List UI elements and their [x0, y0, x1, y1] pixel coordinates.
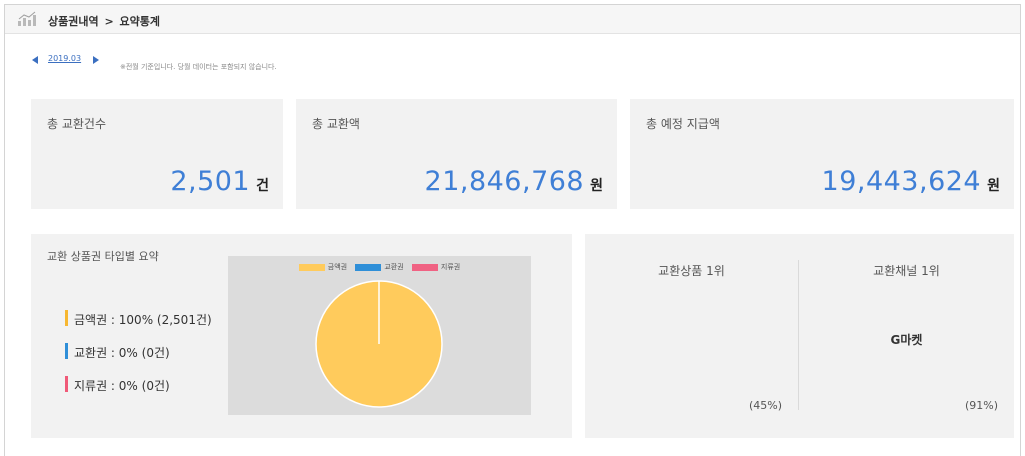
card-label: 총 예정 지급액	[646, 117, 720, 131]
period-note: ※전월 기준입니다. 당월 데이터는 포함되지 않습니다.	[120, 63, 277, 71]
card-label: 총 교환액	[312, 117, 360, 131]
prev-month-arrow-icon[interactable]	[32, 56, 38, 64]
type-summary-text: 금액권 : 100% (2,501건)	[74, 313, 212, 327]
ranking-card: 교환상품 1위 (45%) 교환채널 1위 G마켓 (91%)	[585, 234, 1014, 438]
card-label: 총 교환건수	[47, 117, 107, 131]
type-color-bar	[65, 343, 68, 359]
total-exchange-amount-card: 총 교환액 21,846,768 원	[296, 99, 617, 209]
card-number: 19,443,624	[821, 166, 982, 197]
breadcrumb-parent[interactable]: 상품권내역	[48, 15, 99, 28]
breadcrumb: 상품권내역 > 요약통계	[48, 13, 160, 29]
top-product-title: 교환상품 1위	[658, 264, 725, 278]
breadcrumb-separator: >	[104, 15, 114, 28]
top-channel-name: G마켓	[890, 333, 923, 347]
total-exchange-count-card: 총 교환건수 2,501 건	[31, 99, 283, 209]
type-summary-text: 교환권 : 0% (0건)	[74, 346, 170, 360]
chart-icon	[18, 11, 36, 26]
type-summary-title: 교환 상품권 타입별 요약	[47, 250, 159, 263]
top-product-percent: (45%)	[748, 399, 782, 412]
card-unit: 건	[256, 178, 269, 194]
card-unit: 원	[590, 178, 603, 194]
breadcrumb-current: 요약통계	[119, 15, 160, 28]
top-channel-percent: (91%)	[964, 399, 998, 412]
card-number: 2,501	[170, 166, 251, 197]
type-summary-text: 지류권 : 0% (0건)	[74, 379, 170, 393]
type-color-bar	[65, 376, 68, 392]
type-color-bar	[65, 310, 68, 326]
pie-chart	[315, 280, 443, 408]
card-unit: 원	[987, 178, 1000, 194]
pie-chart-panel: 금액권 교환권 지류권	[228, 256, 531, 415]
type-summary-card: 교환 상품권 타입별 요약 금액권 : 100% (2,501건) 교환권 : …	[31, 234, 572, 438]
total-expected-payment-card: 총 예정 지급액 19,443,624 원	[630, 99, 1014, 209]
period-link[interactable]: 2019.03	[48, 54, 81, 63]
card-value: 21,846,768 원	[425, 166, 603, 197]
top-channel-column: 교환채널 1위 G마켓 (91%)	[799, 234, 1014, 438]
top-product-column: 교환상품 1위 (45%)	[585, 234, 798, 438]
header-bar: 상품권내역 > 요약통계	[5, 5, 1020, 34]
next-month-arrow-icon[interactable]	[93, 56, 99, 64]
top-channel-title: 교환채널 1위	[873, 264, 940, 278]
card-value: 2,501 건	[170, 166, 269, 197]
card-value: 19,443,624 원	[822, 166, 1000, 197]
card-number: 21,846,768	[424, 166, 585, 197]
